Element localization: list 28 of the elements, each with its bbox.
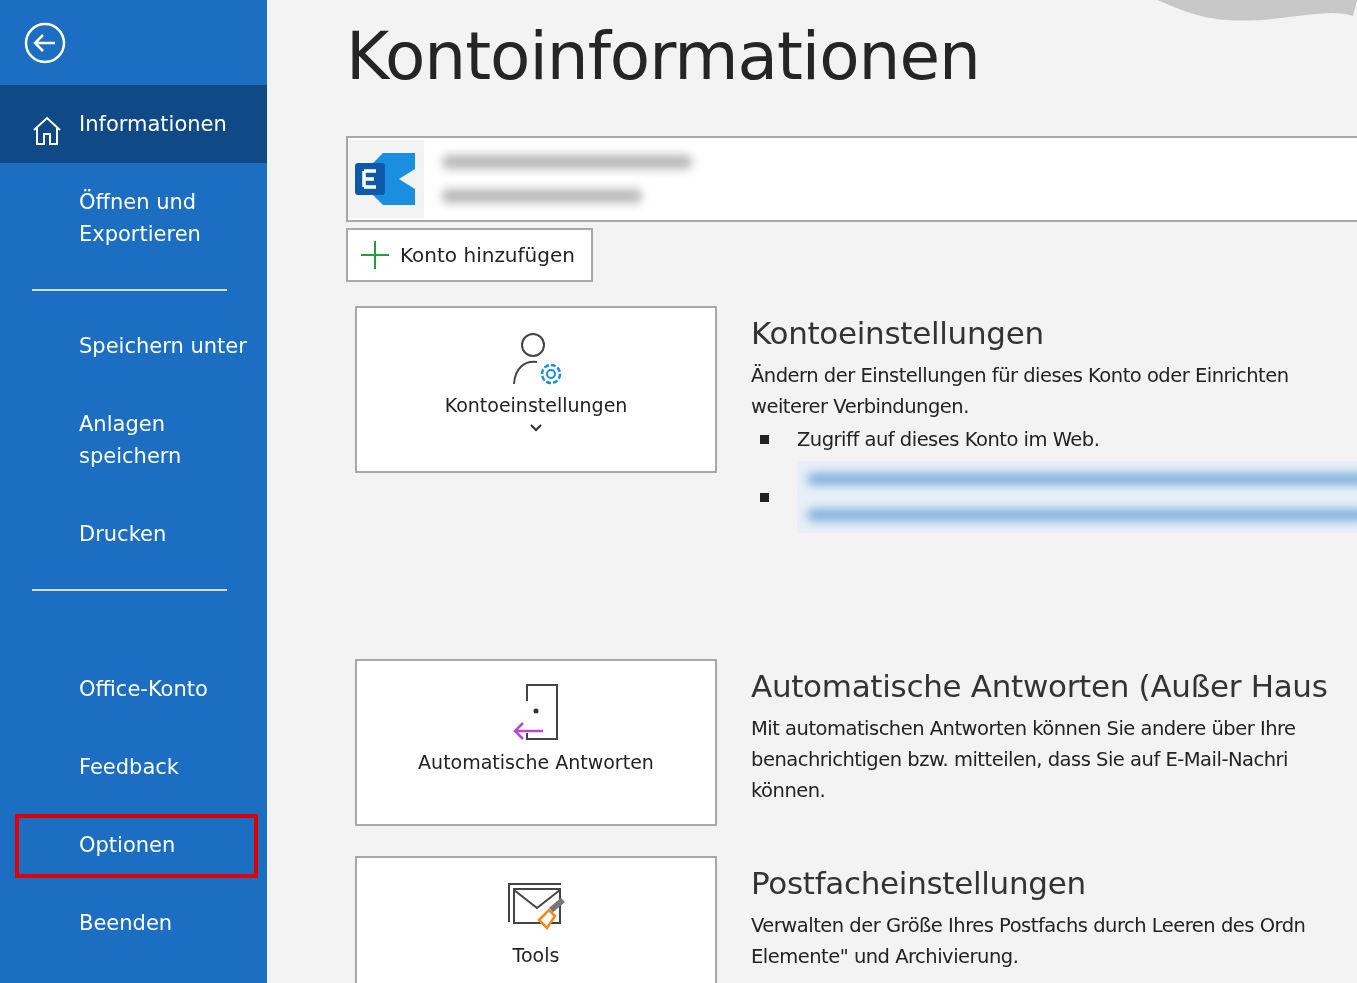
bullet-icon — [760, 492, 769, 502]
account-card[interactable] — [346, 136, 1357, 222]
sidebar-item[interactable]: Office-Konto — [0, 650, 267, 728]
bullet-text: Zugriff auf dieses Konto im Web. — [797, 428, 1100, 451]
sidebar-item[interactable]: Drucken — [0, 495, 267, 573]
sidebar-item[interactable]: Optionen — [0, 806, 267, 884]
back-icon[interactable] — [24, 21, 66, 64]
sidebar-item[interactable]: Feedback — [0, 728, 267, 806]
caret-icon — [530, 424, 542, 432]
sidebar-item[interactable]: Öffnen und Exportieren — [0, 163, 267, 273]
sidebar-item[interactable]: Informationen — [0, 85, 267, 163]
section-heading: Kontoeinstellungen — [751, 314, 1045, 353]
section-tile[interactable]: Automatische Antworten — [355, 659, 717, 826]
section-tile[interactable]: Kontoeinstellungen — [355, 306, 717, 473]
sidebar-item[interactable]: Speichern unter — [0, 307, 267, 385]
page-title: Kontoinformationen — [346, 17, 981, 97]
home-icon — [31, 115, 63, 147]
sidebar-item[interactable]: Anlagen speichern — [0, 385, 267, 495]
sidebar-item[interactable]: Beenden — [0, 884, 267, 962]
bullet-icon — [760, 435, 769, 444]
add-account-button[interactable]: Konto hinzufügen — [346, 228, 593, 282]
plus-icon — [360, 240, 390, 270]
section-heading: Automatische Antworten (Außer Haus — [751, 667, 1328, 706]
section-description: Verwalten der Größe Ihres Postfachs durch Leeren des Ordn Elemente" und Archivierung. — [751, 913, 1306, 970]
section-description: Mit automatischen Antworten können Sie andere über Ihre benachrichtigen bzw. mitteilen, dass Sie auf E-Mail-Nachri können. — [751, 716, 1297, 804]
section-description: Ändern der Einstellungen für dieses Konto oder Einrichten weiterer Verbindungen. — [751, 363, 1290, 420]
section-heading: Postfacheinstellungen — [751, 864, 1087, 903]
section-tile[interactable]: Tools — [355, 856, 717, 983]
